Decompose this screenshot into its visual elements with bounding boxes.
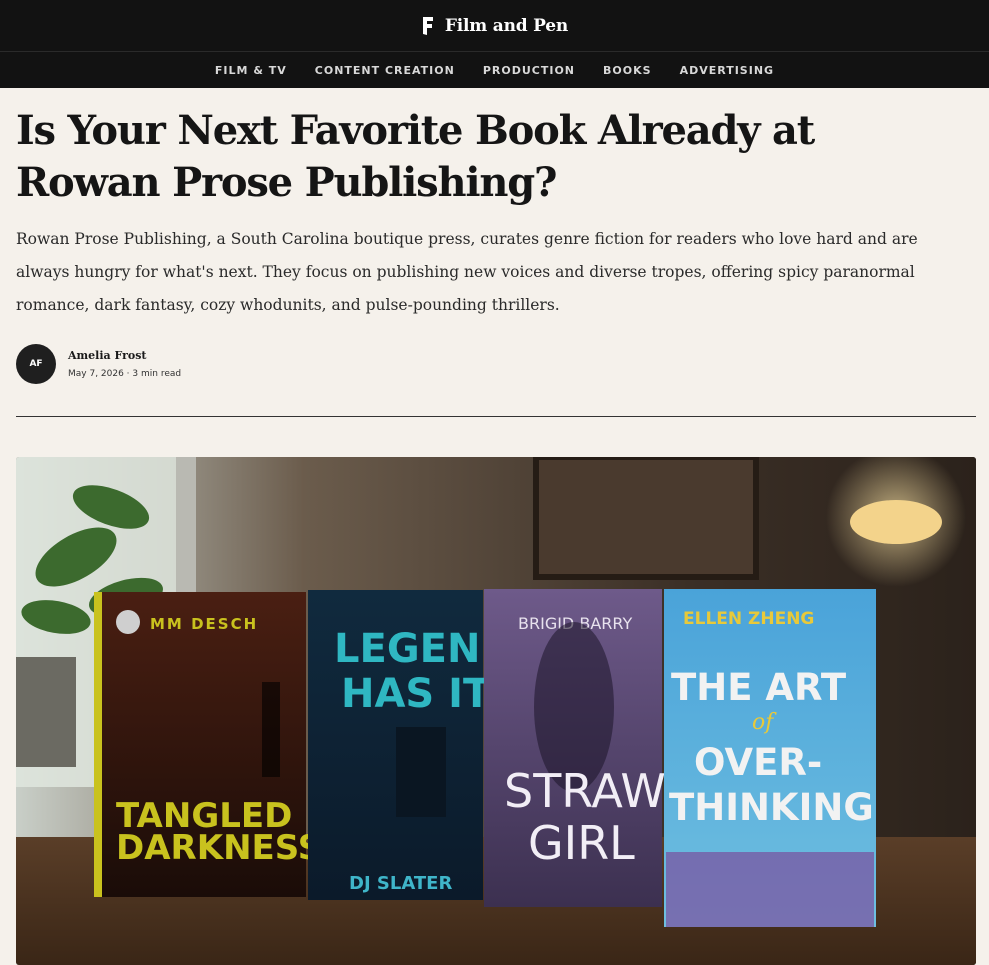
article-title: Is Your Next Favorite Book Already at Ro… <box>16 107 815 206</box>
book-4-skyline <box>666 852 874 927</box>
book-1-figure <box>262 682 280 777</box>
main-nav: FILM & TV CONTENT CREATION PRODUCTION BO… <box>0 52 989 88</box>
book-3-title-2: GIRL <box>528 816 635 870</box>
book-4-author: ELLEN ZHENG <box>683 609 814 629</box>
article: Is Your Next Favorite Book Already at Ro… <box>0 105 989 965</box>
brand-link[interactable]: Film and Pen <box>421 16 568 36</box>
nav-item-content-creation[interactable]: CONTENT CREATION <box>315 64 455 77</box>
nav-item-advertising[interactable]: ADVERTISING <box>680 64 775 77</box>
book-2-title-2: HAS IT <box>341 671 491 717</box>
book-1-title-2: DARKNESS <box>116 828 322 868</box>
author-avatar[interactable]: AF <box>16 344 56 384</box>
book-4-title-1: THE ART <box>671 666 847 709</box>
book-tangled-darkness: MM DESCH TANGLED DARKNESS <box>94 592 322 897</box>
divider <box>16 416 976 417</box>
article-dek: Rowan Prose Publishing, a South Carolina… <box>16 230 918 314</box>
f-logo-icon <box>422 16 433 35</box>
plant-pot <box>16 657 76 767</box>
nav-item-books[interactable]: BOOKS <box>603 64 652 77</box>
nav-item-film-tv[interactable]: FILM & TV <box>215 64 287 77</box>
wall-frame <box>533 457 759 580</box>
award-seal-icon <box>116 610 140 634</box>
site-header: Film and Pen <box>0 0 989 52</box>
book-straw-girl: BRIGID BARRY STRAW GIRL <box>484 589 666 907</box>
hero-illustration: MM DESCH TANGLED DARKNESS LEGEND HAS IT … <box>16 457 976 965</box>
hero-image: MM DESCH TANGLED DARKNESS LEGEND HAS IT … <box>16 457 976 965</box>
lamp-shade <box>850 500 942 544</box>
book-4-title-4: THINKING <box>669 786 874 829</box>
book-1-author: MM DESCH <box>150 615 258 633</box>
nav-item-production[interactable]: PRODUCTION <box>483 64 575 77</box>
byline: AF Amelia Frost May 7, 2026 · 3 min read <box>16 344 973 384</box>
byline-text: Amelia Frost May 7, 2026 · 3 min read <box>68 349 181 379</box>
brand-name: Film and Pen <box>444 15 569 36</box>
book-legend-has-it: LEGEND HAS IT DJ SLATER <box>308 590 514 900</box>
book-2-author: DJ SLATER <box>349 873 452 894</box>
article-meta: May 7, 2026 · 3 min read <box>68 369 182 379</box>
author-name[interactable]: Amelia Frost <box>68 349 181 362</box>
book-3-title-1: STRAW <box>504 764 666 818</box>
book-4-title-3: OVER- <box>694 741 822 784</box>
book-2-door <box>396 727 446 817</box>
book-the-art-of-overthinking: ELLEN ZHENG THE ART of OVER- THINKING <box>664 589 876 927</box>
